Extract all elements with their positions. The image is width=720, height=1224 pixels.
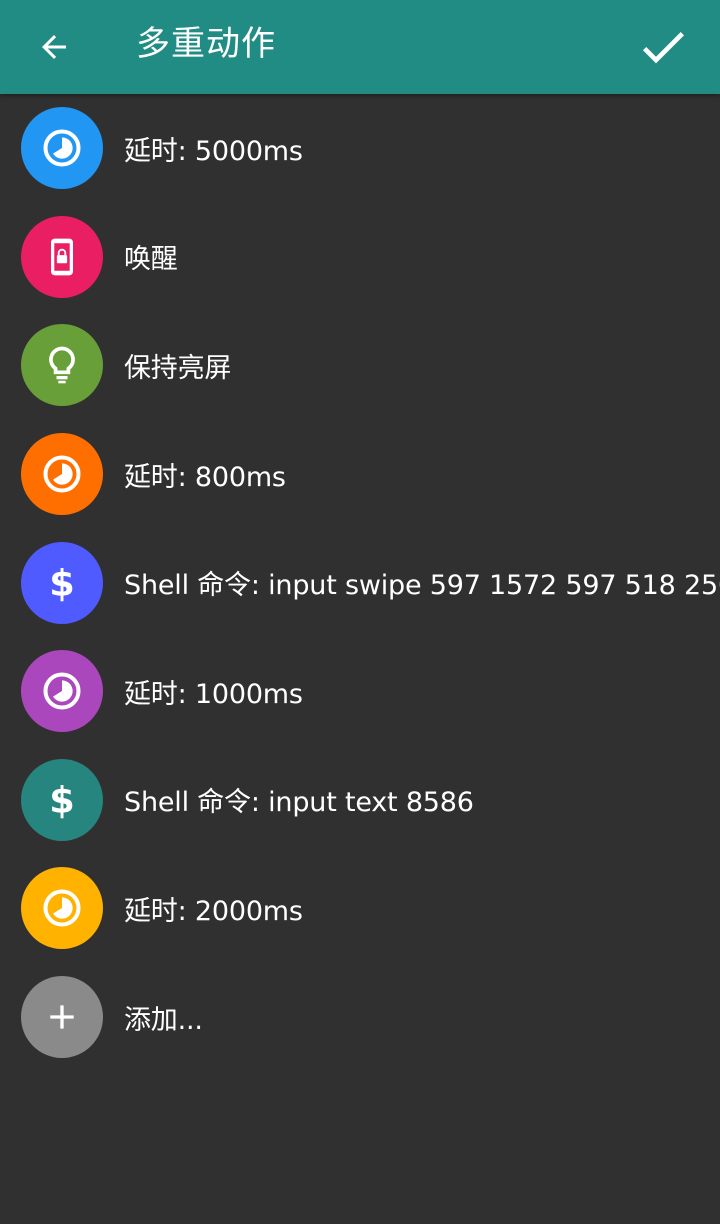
svg-text:$: $ — [49, 779, 75, 822]
action-icon-badge: $ — [21, 541, 103, 624]
action-label: 延时: 2000ms — [124, 895, 303, 927]
svg-text:$: $ — [49, 562, 75, 605]
lightbulb-icon — [40, 343, 84, 387]
action-label: Shell 命令: input swipe 597 1572 597 518 2… — [124, 570, 720, 602]
timer-icon — [40, 126, 84, 170]
list-item[interactable]: $ Shell 命令: input text 8586 — [0, 746, 720, 855]
action-icon-badge — [21, 976, 103, 1059]
action-label: 延时: 5000ms — [124, 135, 303, 167]
page-title: 多重动作 — [136, 24, 276, 64]
list-item[interactable]: 延时: 800ms — [0, 420, 720, 529]
check-icon — [635, 19, 691, 75]
dollar-icon: $ — [40, 778, 84, 822]
action-label: 保持亮屏 — [124, 352, 232, 384]
action-icon-badge — [21, 867, 103, 950]
action-list: 延时: 5000ms 唤醒 保持亮屏 延时: 800ms $ Shell 命令:… — [0, 94, 720, 1071]
list-item[interactable]: 延时: 2000ms — [0, 854, 720, 963]
timer-icon — [40, 669, 84, 713]
timer-icon — [40, 886, 84, 930]
action-icon-badge — [21, 324, 103, 407]
plus-icon — [42, 997, 82, 1037]
action-icon-badge — [21, 215, 103, 298]
back-button[interactable] — [26, 19, 82, 75]
list-item[interactable]: 唤醒 — [0, 203, 720, 312]
action-icon-badge — [21, 650, 103, 733]
action-icon-badge — [21, 433, 103, 516]
add-action-button[interactable]: 添加... — [0, 963, 720, 1072]
list-item[interactable]: 保持亮屏 — [0, 311, 720, 420]
confirm-button[interactable] — [630, 14, 696, 80]
app-toolbar: 多重动作 — [0, 0, 720, 94]
arrow-left-icon — [36, 29, 72, 65]
list-item[interactable]: 延时: 5000ms — [0, 94, 720, 203]
add-action-label: 添加... — [124, 1004, 203, 1036]
action-icon-badge — [21, 107, 103, 190]
action-label: 延时: 800ms — [124, 461, 286, 493]
action-icon-badge: $ — [21, 758, 103, 841]
action-label: 唤醒 — [124, 244, 178, 276]
phone-lock-icon — [40, 235, 84, 279]
action-label: Shell 命令: input text 8586 — [124, 787, 474, 819]
multi-action-screen: 多重动作 延时: 5000ms 唤醒 保持亮屏 延时: 800ms $ Shel… — [0, 0, 720, 1224]
dollar-icon: $ — [40, 561, 84, 605]
list-item[interactable]: 延时: 1000ms — [0, 637, 720, 746]
list-item[interactable]: $ Shell 命令: input swipe 597 1572 597 518… — [0, 528, 720, 637]
timer-icon — [40, 452, 84, 496]
action-label: 延时: 1000ms — [124, 678, 303, 710]
